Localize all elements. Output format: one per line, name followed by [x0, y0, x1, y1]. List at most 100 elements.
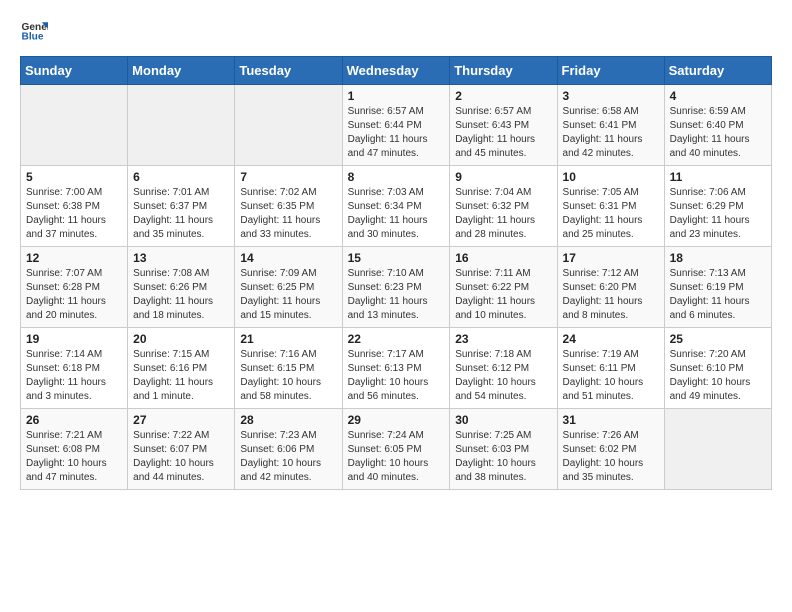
day-info: Sunrise: 7:23 AM Sunset: 6:06 PM Dayligh… [240, 429, 336, 485]
day-number: 28 [240, 413, 336, 427]
day-info: Sunrise: 7:14 AM Sunset: 6:18 PM Dayligh… [26, 348, 122, 404]
calendar-cell [235, 85, 342, 166]
day-number: 6 [133, 170, 229, 184]
calendar-cell: 6Sunrise: 7:01 AM Sunset: 6:37 PM Daylig… [128, 166, 235, 247]
weekday-header: Monday [128, 57, 235, 85]
calendar-cell: 3 Sunrise: 6:58 AM Sunset: 6:41 PM Daylig… [557, 85, 664, 166]
svg-text:Blue: Blue [22, 31, 44, 42]
day-number: 20 [133, 332, 229, 346]
day-info: Sunrise: 6:58 AM Sunset: 6:41 PM Dayligh… [563, 105, 659, 161]
day-number: 14 [240, 251, 336, 265]
calendar-cell: 7Sunrise: 7:02 AM Sunset: 6:35 PM Daylig… [235, 166, 342, 247]
calendar-cell: 29 Sunrise: 7:24 AM Sunset: 6:05 PM Dayli… [342, 409, 450, 490]
calendar-cell: 19 Sunrise: 7:14 AM Sunset: 6:18 PM Dayli… [21, 328, 128, 409]
calendar-cell: 24Sunrise: 7:19 AM Sunset: 6:11 PM Dayli… [557, 328, 664, 409]
day-number: 1 [348, 89, 445, 103]
calendar-cell: 9 Sunrise: 7:04 AM Sunset: 6:32 PM Daylig… [450, 166, 557, 247]
day-info: Sunrise: 7:05 AM Sunset: 6:31 PM Dayligh… [563, 186, 659, 242]
day-number: 2 [455, 89, 551, 103]
weekday-header: Wednesday [342, 57, 450, 85]
day-info: Sunrise: 7:18 AM Sunset: 6:12 PM Dayligh… [455, 348, 551, 404]
calendar-cell: 17 Sunrise: 7:12 AM Sunset: 6:20 PM Dayli… [557, 247, 664, 328]
day-number: 22 [348, 332, 445, 346]
day-info: Sunrise: 7:07 AM Sunset: 6:28 PM Dayligh… [26, 267, 122, 323]
day-info: Sunrise: 7:22 AM Sunset: 6:07 PM Dayligh… [133, 429, 229, 485]
calendar-table: SundayMondayTuesdayWednesdayThursdayFrid… [20, 56, 772, 490]
calendar-cell: 5 Sunrise: 7:00 AM Sunset: 6:38 PM Daylig… [21, 166, 128, 247]
calendar-cell: 13 Sunrise: 7:08 AM Sunset: 6:26 PM Dayli… [128, 247, 235, 328]
calendar-week-row: 26 Sunrise: 7:21 AM Sunset: 6:08 PM Dayli… [21, 409, 772, 490]
day-info: Sunrise: 7:25 AM Sunset: 6:03 PM Dayligh… [455, 429, 551, 485]
day-number: 10 [563, 170, 659, 184]
day-info: Sunrise: 6:57 AM Sunset: 6:43 PM Dayligh… [455, 105, 551, 161]
day-number: 5 [26, 170, 122, 184]
day-number: 16 [455, 251, 551, 265]
calendar-cell [128, 85, 235, 166]
calendar-cell: 12Sunrise: 7:07 AM Sunset: 6:28 PM Dayli… [21, 247, 128, 328]
day-info: Sunrise: 7:21 AM Sunset: 6:08 PM Dayligh… [26, 429, 122, 485]
calendar-cell: 2 Sunrise: 6:57 AM Sunset: 6:43 PM Daylig… [450, 85, 557, 166]
weekday-header: Thursday [450, 57, 557, 85]
logo: General Blue [20, 16, 52, 44]
calendar-cell: 21 Sunrise: 7:16 AM Sunset: 6:15 PM Dayli… [235, 328, 342, 409]
day-info: Sunrise: 7:04 AM Sunset: 6:32 PM Dayligh… [455, 186, 551, 242]
header-row: SundayMondayTuesdayWednesdayThursdayFrid… [21, 57, 772, 85]
day-info: Sunrise: 7:06 AM Sunset: 6:29 PM Dayligh… [670, 186, 766, 242]
day-info: Sunrise: 7:03 AM Sunset: 6:34 PM Dayligh… [348, 186, 445, 242]
calendar-cell: 16 Sunrise: 7:11 AM Sunset: 6:22 PM Dayli… [450, 247, 557, 328]
day-info: Sunrise: 6:59 AM Sunset: 6:40 PM Dayligh… [670, 105, 766, 161]
day-number: 17 [563, 251, 659, 265]
day-number: 4 [670, 89, 766, 103]
day-number: 26 [26, 413, 122, 427]
calendar-cell: 31Sunrise: 7:26 AM Sunset: 6:02 PM Dayli… [557, 409, 664, 490]
day-info: Sunrise: 7:11 AM Sunset: 6:22 PM Dayligh… [455, 267, 551, 323]
weekday-header: Tuesday [235, 57, 342, 85]
day-number: 25 [670, 332, 766, 346]
weekday-header: Saturday [664, 57, 771, 85]
day-info: Sunrise: 7:00 AM Sunset: 6:38 PM Dayligh… [26, 186, 122, 242]
day-info: Sunrise: 7:24 AM Sunset: 6:05 PM Dayligh… [348, 429, 445, 485]
day-number: 31 [563, 413, 659, 427]
day-info: Sunrise: 7:10 AM Sunset: 6:23 PM Dayligh… [348, 267, 445, 323]
weekday-header: Friday [557, 57, 664, 85]
calendar-week-row: 12Sunrise: 7:07 AM Sunset: 6:28 PM Dayli… [21, 247, 772, 328]
day-number: 29 [348, 413, 445, 427]
day-info: Sunrise: 7:16 AM Sunset: 6:15 PM Dayligh… [240, 348, 336, 404]
calendar-cell: 14 Sunrise: 7:09 AM Sunset: 6:25 PM Dayli… [235, 247, 342, 328]
day-number: 23 [455, 332, 551, 346]
calendar-cell [664, 409, 771, 490]
calendar-week-row: 19 Sunrise: 7:14 AM Sunset: 6:18 PM Dayli… [21, 328, 772, 409]
header: General Blue [20, 16, 772, 44]
day-info: Sunrise: 7:13 AM Sunset: 6:19 PM Dayligh… [670, 267, 766, 323]
day-number: 3 [563, 89, 659, 103]
day-number: 15 [348, 251, 445, 265]
day-info: Sunrise: 7:15 AM Sunset: 6:16 PM Dayligh… [133, 348, 229, 404]
calendar-cell: 22Sunrise: 7:17 AM Sunset: 6:13 PM Dayli… [342, 328, 450, 409]
calendar-cell: 18 Sunrise: 7:13 AM Sunset: 6:19 PM Dayli… [664, 247, 771, 328]
day-info: Sunrise: 7:12 AM Sunset: 6:20 PM Dayligh… [563, 267, 659, 323]
day-number: 9 [455, 170, 551, 184]
calendar-cell: 20 Sunrise: 7:15 AM Sunset: 6:16 PM Dayli… [128, 328, 235, 409]
day-info: Sunrise: 7:09 AM Sunset: 6:25 PM Dayligh… [240, 267, 336, 323]
calendar-cell: 27Sunrise: 7:22 AM Sunset: 6:07 PM Dayli… [128, 409, 235, 490]
calendar-cell: 8Sunrise: 7:03 AM Sunset: 6:34 PM Daylig… [342, 166, 450, 247]
calendar-week-row: 1Sunrise: 6:57 AM Sunset: 6:44 PM Daylig… [21, 85, 772, 166]
day-info: Sunrise: 7:19 AM Sunset: 6:11 PM Dayligh… [563, 348, 659, 404]
day-number: 30 [455, 413, 551, 427]
calendar-week-row: 5 Sunrise: 7:00 AM Sunset: 6:38 PM Daylig… [21, 166, 772, 247]
calendar-cell: 26 Sunrise: 7:21 AM Sunset: 6:08 PM Dayli… [21, 409, 128, 490]
calendar-header: SundayMondayTuesdayWednesdayThursdayFrid… [21, 57, 772, 85]
calendar-cell: 1Sunrise: 6:57 AM Sunset: 6:44 PM Daylig… [342, 85, 450, 166]
day-info: Sunrise: 7:08 AM Sunset: 6:26 PM Dayligh… [133, 267, 229, 323]
day-number: 19 [26, 332, 122, 346]
calendar-cell: 23 Sunrise: 7:18 AM Sunset: 6:12 PM Dayli… [450, 328, 557, 409]
weekday-header: Sunday [21, 57, 128, 85]
day-info: Sunrise: 7:20 AM Sunset: 6:10 PM Dayligh… [670, 348, 766, 404]
day-info: Sunrise: 7:02 AM Sunset: 6:35 PM Dayligh… [240, 186, 336, 242]
day-number: 21 [240, 332, 336, 346]
calendar-cell: 11Sunrise: 7:06 AM Sunset: 6:29 PM Dayli… [664, 166, 771, 247]
calendar-body: 1Sunrise: 6:57 AM Sunset: 6:44 PM Daylig… [21, 85, 772, 490]
calendar-cell: 28 Sunrise: 7:23 AM Sunset: 6:06 PM Dayli… [235, 409, 342, 490]
day-number: 13 [133, 251, 229, 265]
day-number: 18 [670, 251, 766, 265]
